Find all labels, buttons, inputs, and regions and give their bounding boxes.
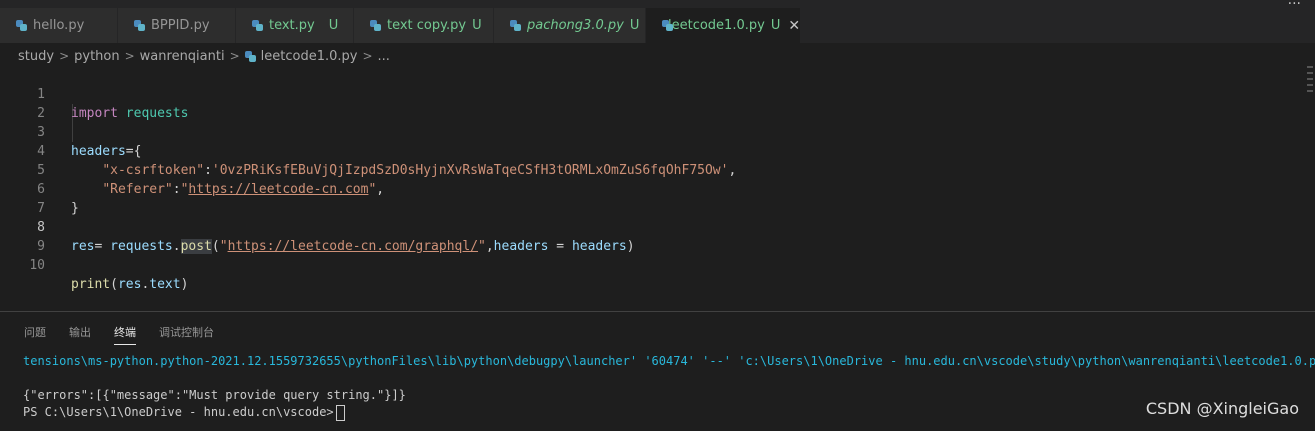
python-file-icon: [134, 20, 145, 31]
tab-label: hello.py: [33, 18, 85, 33]
terminal-prompt: PS C:\Users\1\OneDrive - hnu.edu.cn\vsco…: [23, 405, 334, 419]
close-icon[interactable]: ✕: [788, 18, 800, 34]
function-token: print: [71, 277, 111, 292]
tab-label: pachong3.0.py: [527, 18, 624, 33]
terminal-output-line: {"errors":[{"message":"Must provide quer…: [23, 388, 406, 402]
punctuation-token: ): [180, 277, 189, 292]
tab-label: leetcode1.0.py: [668, 18, 765, 33]
tab-problems[interactable]: 问题: [24, 324, 46, 345]
chevron-right-icon: >: [124, 49, 135, 63]
bottom-panel: 问题 输出 终端 调试控制台 tensions\ms-python.python…: [0, 311, 1315, 431]
punctuation-token: (: [110, 277, 118, 292]
terminal-cursor: [335, 404, 345, 421]
tab-terminal[interactable]: 终端: [114, 324, 136, 345]
panel-tabs: 问题 输出 终端 调试控制台: [24, 324, 214, 345]
tab-hello-py[interactable]: hello.py: [0, 8, 118, 43]
terminal-prompt-line[interactable]: PS C:\Users\1\OneDrive - hnu.edu.cn\vsco…: [23, 404, 345, 421]
breadcrumb-symbols[interactable]: ...: [378, 49, 390, 64]
tab-text-py[interactable]: text.py U: [236, 8, 354, 43]
title-strip: [0, 0, 1315, 8]
tab-text-copy-py[interactable]: text copy.py U: [354, 8, 494, 43]
tab-leetcode1-py[interactable]: leetcode1.0.py U ✕: [646, 8, 801, 43]
python-file-icon: [244, 50, 256, 62]
tab-bppid-py[interactable]: BPPID.py: [118, 8, 236, 43]
python-file-icon: [370, 20, 381, 31]
code-line: 1 import requests: [0, 66, 1300, 121]
editor-tab-bar: hello.py BPPID.py text.py U text copy.py…: [0, 8, 1315, 43]
code-line: 5 "Referer":"https://leetcode-cn.com",: [0, 142, 1300, 197]
untracked-badge: U: [629, 18, 640, 33]
code-line: 10 print(res.text): [0, 237, 1300, 292]
line-number: 10: [29, 258, 45, 273]
tab-label: text copy.py: [387, 18, 467, 33]
untracked-badge: U: [328, 18, 339, 33]
more-actions-icon[interactable]: ···: [1288, 0, 1301, 12]
code-editor[interactable]: 1 import requests 2 3 headers={ 4 "x-csr…: [0, 66, 1315, 296]
breadcrumb-file[interactable]: leetcode1.0.py: [261, 49, 358, 64]
watermark: CSDN @XingleiGao: [1145, 399, 1299, 418]
code-line: 6 }: [0, 161, 1300, 216]
breadcrumb: study > python > wanrenqianti > leetcode…: [18, 45, 390, 67]
tab-output[interactable]: 输出: [69, 324, 91, 345]
chevron-right-icon: >: [59, 49, 70, 63]
code-line: 2: [0, 85, 1300, 121]
code-line: 7: [0, 180, 1300, 216]
code-line: 9: [0, 218, 1300, 254]
chevron-right-icon: >: [229, 49, 240, 63]
python-file-icon: [16, 20, 27, 31]
breadcrumb-study[interactable]: study: [18, 49, 54, 64]
tab-label: text.py: [269, 18, 315, 33]
tab-debug-console[interactable]: 调试控制台: [159, 324, 214, 345]
python-file-icon: [252, 20, 263, 31]
code-line: 3 headers={: [0, 104, 1300, 159]
code-line: 4 "x-csrftoken":'0vzPRiKsfEBuVjQjIzpdSzD…: [0, 123, 1300, 178]
chevron-right-icon: >: [362, 49, 373, 63]
code-line-current: 8 res= requests.post("https://leetcode-c…: [0, 199, 1300, 254]
variable-token: res: [117, 277, 142, 292]
breadcrumb-wanrenqianti[interactable]: wanrenqianti: [140, 49, 225, 64]
terminal-command-line: tensions\ms-python.python-2021.12.155973…: [23, 354, 1315, 368]
untracked-badge: U: [770, 18, 781, 33]
python-file-icon: [510, 20, 521, 31]
variable-token: text: [149, 277, 181, 292]
tab-label: BPPID.py: [151, 18, 210, 33]
tab-pachong3-py[interactable]: pachong3.0.py U: [494, 8, 646, 43]
breadcrumb-python[interactable]: python: [74, 49, 119, 64]
untracked-badge: U: [472, 18, 482, 33]
overview-ruler[interactable]: [1307, 66, 1313, 100]
